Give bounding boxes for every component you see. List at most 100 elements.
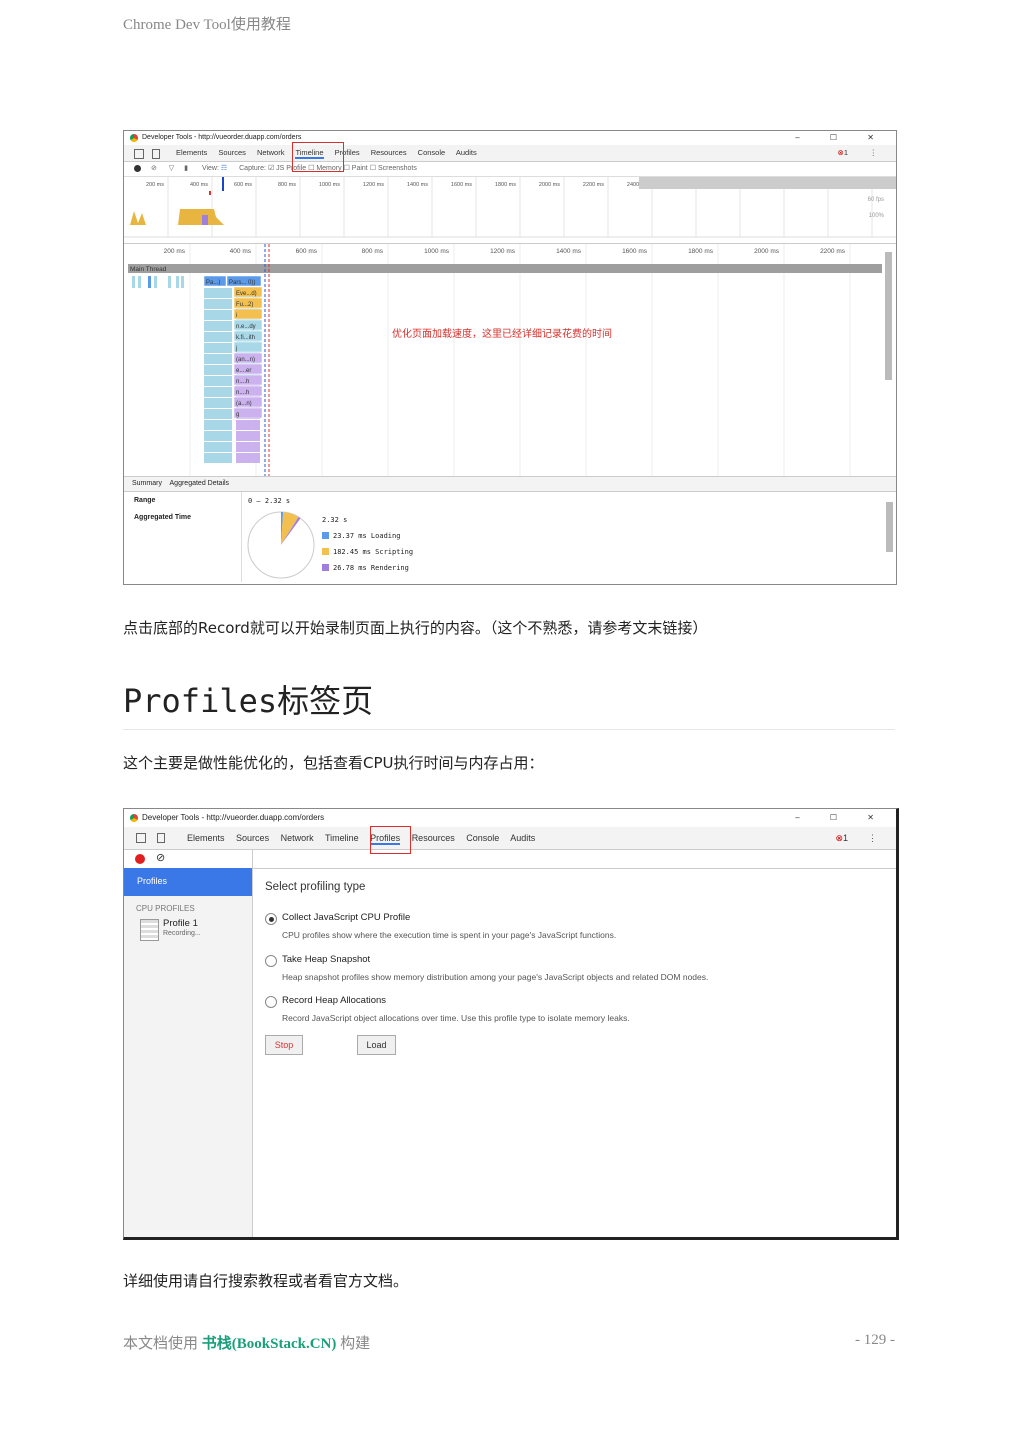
tab-timeline[interactable]: Timeline (325, 833, 359, 843)
tab-sources[interactable]: Sources (236, 833, 269, 843)
flame-slice[interactable] (154, 276, 157, 288)
inspect-icon[interactable] (134, 149, 144, 159)
flame-slice[interactable] (236, 431, 260, 441)
flame-slice[interactable] (148, 276, 151, 288)
flame-block[interactable] (233, 308, 263, 320)
flame-slice[interactable] (204, 354, 232, 364)
stop-button[interactable]: Stop (265, 1035, 303, 1055)
more-menu-icon[interactable]: ⋮ (868, 827, 877, 849)
flame-label: Eve...d) (236, 291, 257, 297)
footer-brand-link[interactable]: 书栈(BookStack.CN) (202, 1336, 337, 1352)
main-tick-label: 600 ms (296, 248, 318, 255)
flame-slice[interactable] (204, 453, 232, 463)
aggregated-time-label: Aggregated Time (134, 514, 192, 521)
window-controls[interactable]: – ☐ ✕ (795, 809, 888, 827)
window-controls[interactable]: – ☐ ✕ (795, 131, 888, 145)
tab-elements[interactable]: Elements (187, 833, 225, 843)
main-tick-label: 200 ms (164, 248, 186, 255)
paint-checkbox[interactable]: ☐ Paint (344, 165, 368, 172)
flame-slice[interactable] (236, 442, 260, 452)
screenshots-checkbox[interactable]: ☐ Screenshots (370, 165, 417, 172)
flame-slice[interactable] (168, 276, 171, 288)
overview-cpu-chart-a (130, 211, 146, 225)
flame-view-icon[interactable]: ☶ (221, 165, 229, 172)
flame-slice[interactable] (204, 321, 232, 331)
profile-type-label[interactable]: Take Heap Snapshot (282, 954, 370, 965)
flame-slice[interactable] (204, 376, 232, 386)
range-value: 0 – 2.32 s (248, 497, 291, 505)
main-timeline[interactable]: 200 ms 400 ms 600 ms 800 ms 1000 ms 1200 ms 14… (124, 243, 896, 476)
running-header: Chrome Dev Tool使用教程 (123, 17, 291, 33)
profile-type-radio[interactable] (265, 996, 277, 1008)
tab-elements[interactable]: Elements (176, 148, 207, 157)
flame-label: i (236, 313, 237, 319)
tab-audits[interactable]: Audits (456, 148, 477, 157)
flame-slice[interactable] (204, 288, 232, 298)
profile-type-radio[interactable] (265, 954, 277, 967)
footer-prefix: 本文档使用 (123, 1336, 202, 1352)
record-icon[interactable] (134, 164, 141, 172)
flame-label: j (235, 346, 237, 352)
profile-item[interactable]: Profile 1 Recording... (124, 917, 252, 945)
flame-slice[interactable] (176, 276, 179, 288)
profile-type-label[interactable]: Record Heap Allocations (282, 995, 386, 1006)
tab-resources[interactable]: Resources (412, 833, 455, 843)
chrome-logo-icon (130, 814, 138, 822)
load-button[interactable]: Load (357, 1035, 396, 1055)
flame-slice[interactable] (204, 365, 232, 375)
device-icon[interactable] (157, 833, 165, 843)
record-icon[interactable] (135, 854, 145, 864)
profiles-screenshot: Developer Tools - http://vueorder.duapp.… (123, 808, 899, 1240)
filter-icon[interactable]: ▽ (169, 165, 174, 172)
flame-slice[interactable] (132, 276, 135, 288)
flame-slice[interactable] (138, 276, 141, 288)
flame-slice[interactable] (204, 398, 232, 408)
fps-label: 60 fps (868, 197, 884, 203)
clear-icon[interactable]: ⊘ (151, 165, 157, 172)
main-scrollbar[interactable] (885, 252, 892, 380)
timeline-overview[interactable]: 200 ms 400 ms 600 ms 800 ms 1000 ms 1200 ms 14… (124, 177, 896, 243)
tab-console[interactable]: Console (418, 148, 446, 157)
main-tick-label: 1200 ms (490, 248, 516, 255)
flame-label: k.fi...ith (236, 335, 255, 341)
flame-slice[interactable] (236, 420, 260, 430)
flame-slice[interactable] (204, 299, 232, 309)
flame-block[interactable] (233, 341, 263, 353)
overview-shaded-region (639, 177, 896, 189)
flame-slice[interactable] (204, 332, 232, 342)
profile-type-radio[interactable] (265, 913, 277, 925)
js-profile-checkbox[interactable]: ☑ JS Profile (268, 165, 306, 172)
flame-slice[interactable] (236, 453, 260, 463)
overview-tick-label: 2200 ms (583, 182, 604, 188)
more-menu-icon[interactable]: ⋮ (870, 145, 878, 161)
flame-slice[interactable] (204, 442, 232, 452)
tab-resources[interactable]: Resources (371, 148, 407, 157)
flame-slice[interactable] (204, 310, 232, 320)
tab-sources[interactable]: Sources (218, 148, 246, 157)
summary-scrollbar[interactable] (886, 502, 893, 552)
annotation-text: 优化页面加载速度，这里已经详细记录花费的时间 (392, 327, 612, 340)
overview-cpu-chart-b (178, 209, 224, 225)
legend-item: 26.78 ms Rendering (322, 564, 413, 580)
paragraph-profiles-intro: 这个主要是做性能优化的，包括查看CPU执行时间与内存占用： (123, 754, 544, 772)
tab-console[interactable]: Console (466, 833, 499, 843)
sidebar-profiles-header[interactable]: Profiles (124, 868, 252, 896)
tab-summary[interactable]: Summary (132, 480, 162, 487)
tab-audits[interactable]: Audits (510, 833, 535, 843)
flame-slice[interactable] (181, 276, 184, 288)
memory-checkbox[interactable]: ☐ Memory (308, 165, 342, 172)
tab-aggregated-details[interactable]: Aggregated Details (170, 480, 230, 487)
trash-icon[interactable]: ▮ (184, 165, 188, 172)
flame-slice[interactable] (204, 343, 232, 353)
inspect-icon[interactable] (136, 833, 146, 843)
device-icon[interactable] (152, 149, 160, 159)
profile-type-label[interactable]: Collect JavaScript CPU Profile (282, 912, 410, 923)
tab-network[interactable]: Network (257, 148, 285, 157)
clear-icon[interactable]: ⊘ (156, 851, 165, 864)
flame-slice[interactable] (204, 387, 232, 397)
flame-slice[interactable] (204, 409, 232, 419)
tab-network[interactable]: Network (281, 833, 314, 843)
flame-slice[interactable] (204, 420, 232, 430)
flame-slice[interactable] (204, 431, 232, 441)
range-label: Range (134, 497, 156, 504)
